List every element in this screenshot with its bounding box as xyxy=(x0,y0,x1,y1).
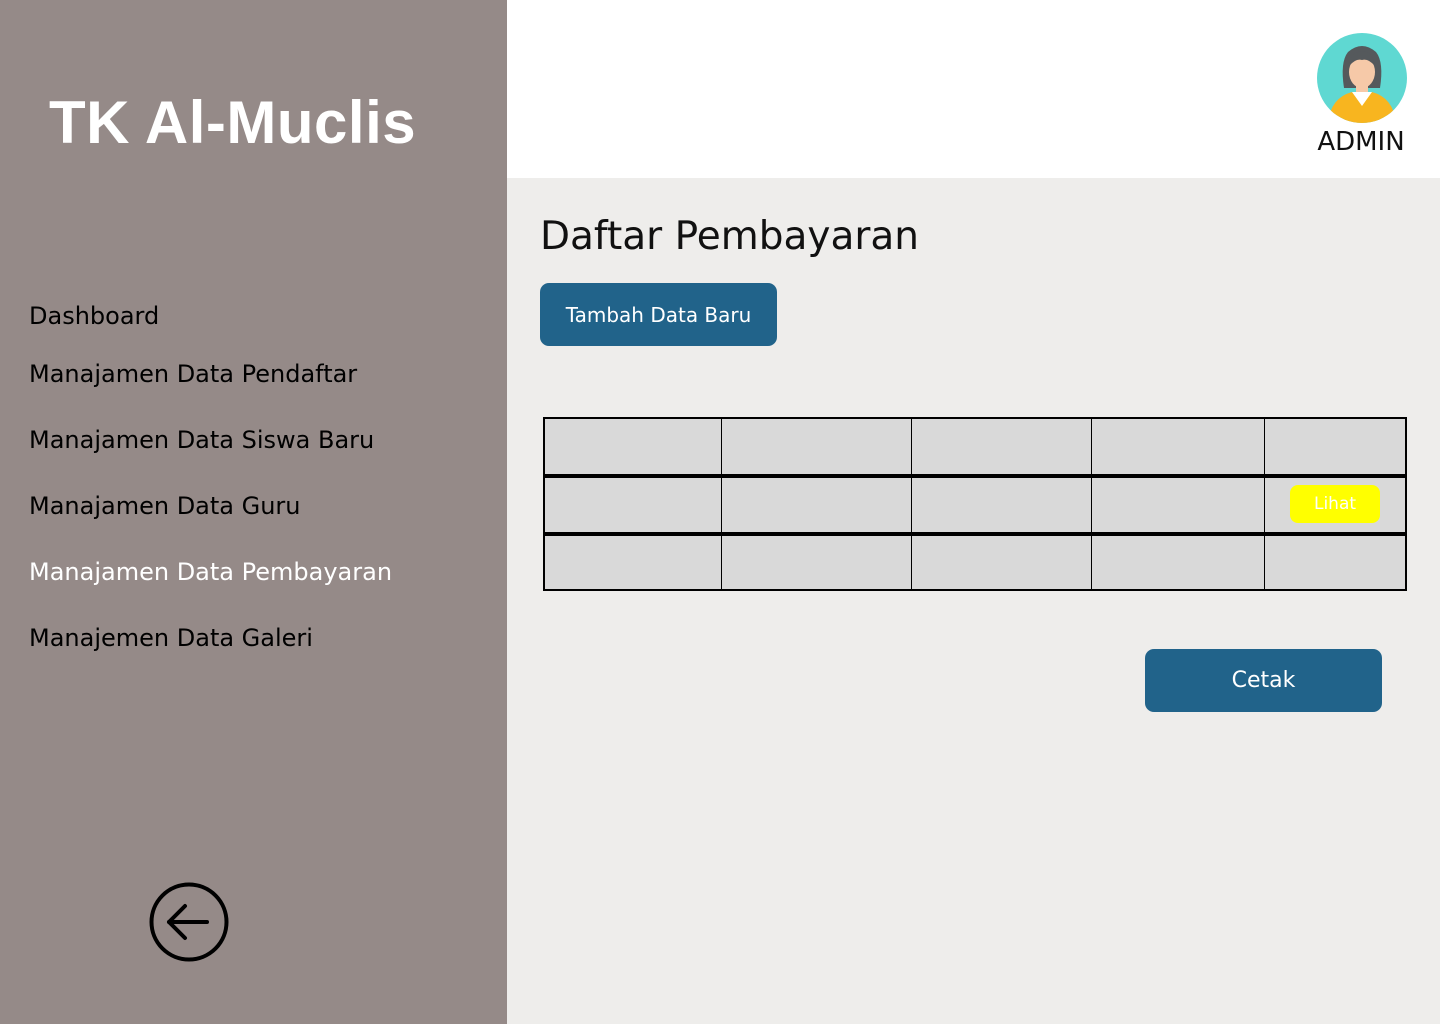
sidebar-item-data-guru[interactable]: Manajamen Data Guru xyxy=(29,492,301,520)
admin-label: ADMIN xyxy=(1317,127,1405,157)
female-user-avatar-icon xyxy=(1317,33,1407,123)
table-row-divider xyxy=(545,532,1405,536)
brand-title: TK Al-Muclis xyxy=(49,89,417,156)
table-column-divider xyxy=(911,419,912,589)
page-title: Daftar Pembayaran xyxy=(540,214,919,259)
back-button[interactable] xyxy=(149,882,229,962)
add-new-data-button[interactable]: Tambah Data Baru xyxy=(540,283,777,346)
view-button[interactable]: Lihat xyxy=(1290,485,1380,523)
sidebar-item-data-galeri[interactable]: Manajemen Data Galeri xyxy=(29,624,313,652)
sidebar-item-data-siswa-baru[interactable]: Manajamen Data Siswa Baru xyxy=(29,426,374,454)
table-row-divider xyxy=(545,474,1405,478)
sidebar-item-data-pembayaran[interactable]: Manajamen Data Pembayaran xyxy=(29,558,392,586)
admin-avatar[interactable] xyxy=(1316,32,1408,124)
sidebar-item-data-pendaftar[interactable]: Manajamen Data Pendaftar xyxy=(29,360,357,388)
print-button[interactable]: Cetak xyxy=(1145,649,1382,712)
sidebar-item-dashboard[interactable]: Dashboard xyxy=(29,302,159,330)
arrow-left-circle-icon xyxy=(149,882,229,962)
top-header: ADMIN xyxy=(507,0,1440,178)
table-column-divider xyxy=(721,419,722,589)
table-column-divider xyxy=(1091,419,1092,589)
table-column-divider xyxy=(1264,419,1265,589)
sidebar: TK Al-Muclis Dashboard Manajamen Data Pe… xyxy=(0,0,507,1024)
payment-table: Lihat xyxy=(543,417,1407,591)
